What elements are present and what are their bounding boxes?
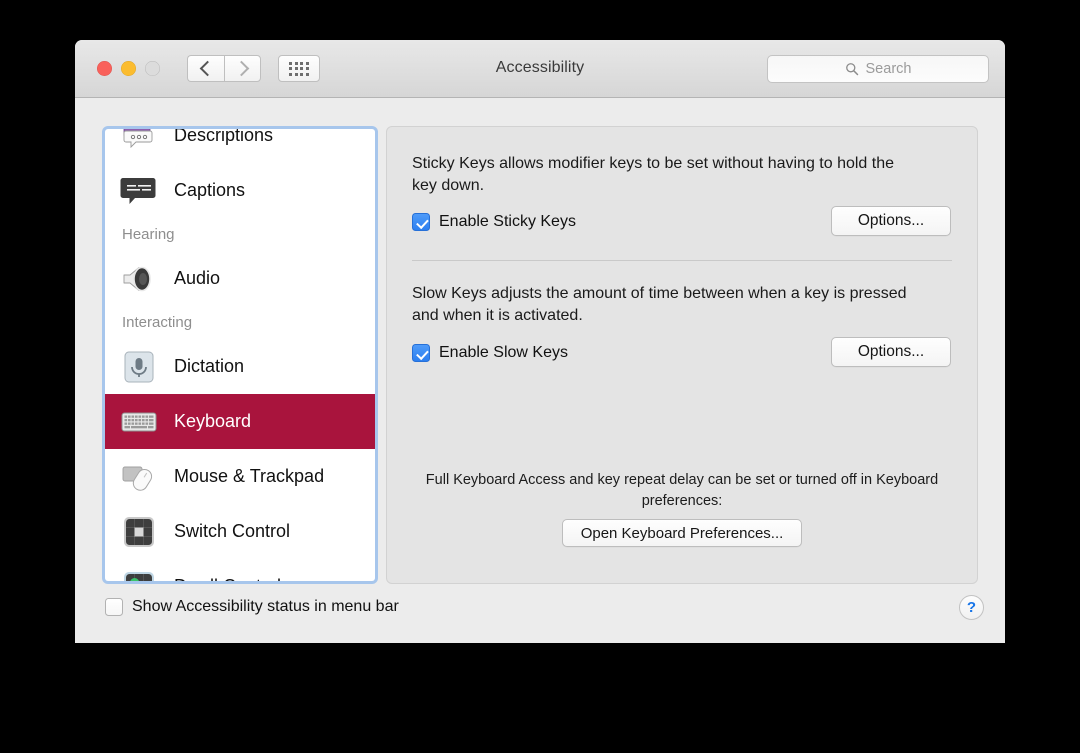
checkbox-checked-icon [412,213,430,231]
sidebar-item-audio[interactable]: Audio [105,251,375,306]
sidebar-item-captions[interactable]: Captions [105,163,375,218]
sidebar-item-label: Dwell Control [174,576,281,581]
accessibility-feature-list[interactable]: Descriptions Captions Hearing Audio Inte… [105,129,375,581]
help-button[interactable]: ? [959,595,984,620]
captions-icon [120,174,158,208]
sidebar-item-dwell-control[interactable]: Dwell Control [105,559,375,581]
switch-control-icon [120,515,158,549]
mouse-trackpad-icon [120,460,158,494]
sidebar-item-keyboard[interactable]: Keyboard [105,394,375,449]
sidebar-item-label: Captions [174,180,246,200]
search-icon [845,63,858,76]
sidebar-item-label: Dictation [174,356,245,376]
keyboard-settings-panel: Sticky Keys allows modifier keys to be s… [386,126,978,584]
window-titlebar: Accessibility Search [75,40,1005,98]
sidebar-focus-ring: Descriptions Captions Hearing Audio Inte… [102,126,378,584]
sidebar-item-descriptions[interactable]: Descriptions [105,129,375,163]
window-body: Descriptions Captions Hearing Audio Inte… [75,98,1005,643]
show-accessibility-status-label: Show Accessibility status in menu bar [132,598,399,615]
sticky-keys-description: Sticky Keys allows modifier keys to be s… [412,155,895,194]
preferences-window: Accessibility Search Descriptions Captio… [75,40,1005,643]
sidebar-item-switch-control[interactable]: Switch Control [105,504,375,559]
checkbox-checked-icon [412,344,430,362]
keyboard-prefs-footnote: Full Keyboard Access and key repeat dela… [425,472,939,510]
enable-sticky-keys-checkbox[interactable]: Enable Sticky Keys [412,213,576,231]
sidebar-item-mouse-trackpad[interactable]: Mouse & Trackpad [105,449,375,504]
keyboard-icon [120,405,158,439]
sidebar-group-header-interacting: Interacting [122,314,193,331]
slow-keys-description: Slow Keys adjusts the amount of time bet… [412,285,907,324]
sticky-keys-options-button[interactable]: Options... [831,206,951,236]
slow-keys-options-button[interactable]: Options... [831,337,951,367]
enable-sticky-keys-label: Enable Sticky Keys [439,213,576,230]
sidebar-item-label: Mouse & Trackpad [174,466,325,486]
checkbox-unchecked-icon [105,598,123,616]
enable-slow-keys-checkbox[interactable]: Enable Slow Keys [412,344,568,362]
enable-slow-keys-label: Enable Slow Keys [439,344,568,361]
section-divider [412,260,952,261]
descriptions-icon [120,129,158,153]
open-keyboard-preferences-button[interactable]: Open Keyboard Preferences... [562,519,802,547]
sidebar-group-header-hearing: Hearing [122,226,175,243]
sidebar-item-label: Descriptions [174,129,274,145]
sidebar-item-label: Keyboard [174,411,252,431]
sidebar-item-label: Audio [174,268,221,288]
microphone-icon [120,350,158,384]
search-field[interactable]: Search [767,55,989,83]
sidebar-item-label: Switch Control [174,521,291,541]
speaker-icon [120,262,158,296]
sidebar-item-dictation[interactable]: Dictation [105,339,375,394]
search-placeholder: Search [865,61,912,77]
dwell-control-icon [120,570,158,581]
show-accessibility-status-checkbox[interactable]: Show Accessibility status in menu bar [105,598,399,616]
